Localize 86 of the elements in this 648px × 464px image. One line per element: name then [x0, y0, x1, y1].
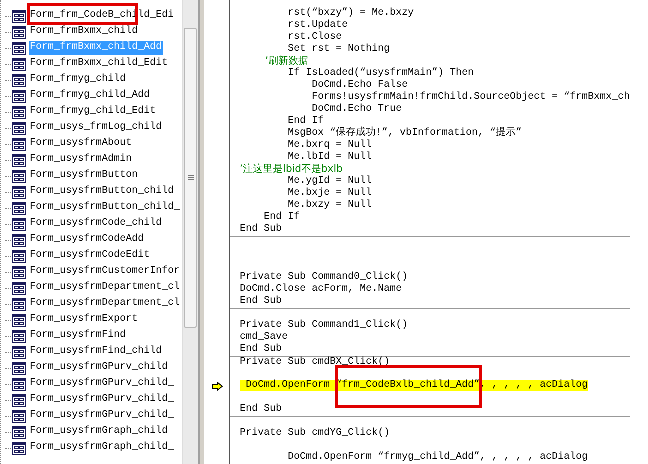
- tree-item[interactable]: Form_usysfrmGPurv_child_: [29, 377, 176, 391]
- form-icon: [12, 170, 26, 182]
- tree-item[interactable]: Form_usysfrmFind_child: [29, 345, 164, 359]
- form-icon: [12, 90, 26, 102]
- code-line: End Sub: [240, 344, 282, 355]
- tree-item[interactable]: Form_usysfrmCode_child: [29, 217, 164, 231]
- tree-item[interactable]: Form_frmyg_child_Edit: [29, 105, 158, 119]
- code-line: End Sub: [240, 224, 282, 235]
- tree-item[interactable]: Form_usysfrmButton_child: [29, 185, 176, 199]
- code-line: rst(“bxzy”) = Me.bxzy: [287, 8, 414, 19]
- code-line: Me.ygId = Null: [287, 176, 372, 187]
- tree-item[interactable]: Form_usysfrmFind: [29, 329, 128, 343]
- form-icon: [12, 58, 26, 70]
- code-line: Private Sub cmdBX_Click(): [240, 357, 390, 368]
- form-icon: [12, 426, 26, 438]
- form-icon: [12, 346, 26, 358]
- form-icon: [12, 74, 26, 86]
- form-icon: [12, 314, 26, 326]
- code-line: End If: [263, 212, 300, 223]
- code-line: MsgBox “保存成功!”, vbInformation, “提示”: [287, 128, 522, 139]
- form-icon: [12, 138, 26, 150]
- code-line: DoCmd.OpenForm “frmyg_child_Add”, , , , , acDialog: [287, 452, 588, 463]
- code-line: Private Sub Command0_Click(): [240, 272, 408, 283]
- code-line: DoCmd.Close acForm, Me.Name: [240, 284, 402, 295]
- form-icon: [12, 250, 26, 262]
- form-icon: [12, 266, 26, 278]
- form-icon: [12, 106, 26, 118]
- form-icon: [12, 234, 26, 246]
- tree-item[interactable]: Form_frmyg_child: [29, 73, 128, 87]
- code-line: DoCmd.Echo False: [311, 80, 408, 91]
- tree-item[interactable]: Form_usysfrmCodeEdit: [29, 249, 152, 263]
- tree-item[interactable]: Form_frmBxmx_child_Edit: [29, 57, 170, 71]
- form-icon: [12, 442, 26, 454]
- form-icon: [12, 202, 26, 214]
- form-icon: [12, 26, 26, 38]
- tree-item[interactable]: Form_usys_frmLog_child: [29, 121, 164, 135]
- tree-item[interactable]: Form_usysfrmGPurv_child: [29, 361, 170, 375]
- scrollbar-thumb[interactable]: [184, 28, 197, 328]
- tree-item[interactable]: Form_usysfrmGraph_child: [29, 425, 170, 439]
- tree-item[interactable]: Form_frmyg_child_Add: [29, 89, 152, 103]
- code-line: If IsLoaded(“usysfrmMain”) Then: [287, 68, 474, 79]
- tree-item[interactable]: Form_usysfrmGPurv_child_: [29, 409, 176, 423]
- code-line: Me.lbId = Null: [287, 152, 372, 163]
- tree-item[interactable]: Form_usysfrmCustomerInfor: [29, 265, 182, 279]
- form-icon: [12, 122, 26, 134]
- tree-item[interactable]: Form_usysfrmGPurv_child_: [29, 393, 176, 407]
- tree-item[interactable]: Form_usysfrmDepartment_cl: [29, 297, 182, 311]
- code-comment: ’刷新数据: [264, 56, 309, 67]
- tree-item[interactable]: Form_frmBxmx_child: [29, 25, 140, 39]
- form-icon: [12, 410, 26, 422]
- tree-item[interactable]: Form_usysfrmAdmin: [29, 153, 134, 167]
- splitter[interactable]: [198, 0, 206, 464]
- form-icon: [12, 186, 26, 198]
- code-line: Private Sub Command1_Click(): [240, 320, 408, 331]
- tree-item[interactable]: Form_usysfrmCodeAdd: [29, 233, 146, 247]
- tree-item[interactable]: Form_usysfrmDepartment_cl: [29, 281, 182, 295]
- code-line: rst.Close: [287, 32, 342, 43]
- code-line: Set rst = Nothing: [287, 44, 390, 55]
- form-icon: [12, 330, 26, 342]
- code-line: cmd_Save: [240, 332, 288, 343]
- form-icon: [12, 282, 26, 294]
- tree-item[interactable]: Form_usysfrmButton: [29, 169, 140, 183]
- code-line: DoCmd.Echo True: [311, 104, 402, 115]
- tree-item[interactable]: Form_usysfrmAbout: [29, 137, 134, 151]
- form-icon: [12, 42, 26, 54]
- code-line: Private Sub cmdYG_Click(): [240, 428, 390, 439]
- code-line: Forms!usysfrmMain!frmChild.SourceObject = “frmBxmx_ch: [311, 92, 630, 103]
- tree-item[interactable]: Form_usysfrmExport: [29, 313, 140, 327]
- form-icon: [12, 10, 26, 22]
- form-icon: [12, 362, 26, 374]
- code-comment: ’注这里是lbid不是bxlb: [240, 164, 343, 175]
- code-line: End Sub: [240, 296, 282, 307]
- code-line: Me.bxzy = Null: [287, 200, 372, 211]
- form-icon: [12, 378, 26, 390]
- code-line: rst.Update: [287, 20, 348, 31]
- code-line: End If: [287, 116, 324, 127]
- code-line: Me.bxje = Null: [287, 188, 372, 199]
- form-icon: [12, 154, 26, 166]
- code-line: End Sub: [240, 404, 282, 415]
- form-icon: [12, 394, 26, 406]
- code-line: Me.bxrq = Null: [287, 140, 372, 151]
- form-icon: [12, 218, 26, 230]
- scrollbar[interactable]: [182, 0, 198, 464]
- form-icon: [12, 298, 26, 310]
- tree-item[interactable]: Form_usysfrmButton_child_: [29, 201, 182, 215]
- tree-item[interactable]: Form_usysfrmGraph_child_: [29, 441, 176, 455]
